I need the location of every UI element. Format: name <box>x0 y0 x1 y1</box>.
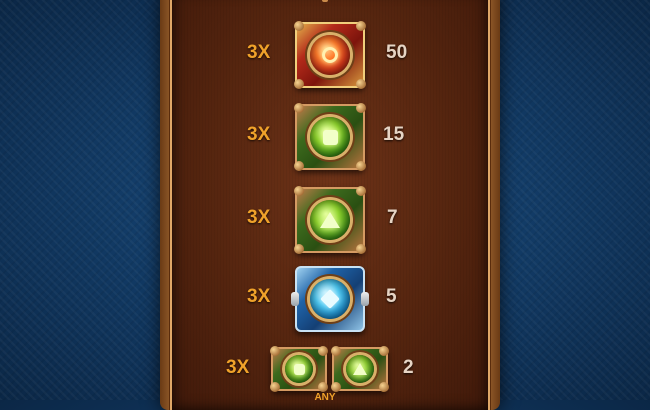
paytable-row: 3X 15 <box>0 100 650 171</box>
multiplier-label: 3X <box>247 124 271 145</box>
small-green-square-gem-icon <box>270 346 328 392</box>
paytable-row: 3X 7 <box>0 183 650 254</box>
payout-value: 50 <box>386 42 408 63</box>
payout-value: 7 <box>387 207 398 228</box>
payout-value: 2 <box>403 357 414 378</box>
payout-value: 15 <box>383 124 405 145</box>
red-ring-gem-icon <box>294 21 366 89</box>
paytable-row: 3X 5 <box>0 262 650 332</box>
green-square-gem-icon <box>294 103 366 171</box>
blue-diamond-gem-icon <box>291 266 369 332</box>
paytable-row: 3X 50 <box>0 18 650 89</box>
any-combo-label: ANY <box>314 392 336 403</box>
multiplier-label: 3X <box>226 357 250 378</box>
multiplier-label: 3X <box>247 42 271 63</box>
multiplier-label: 3X <box>247 286 271 307</box>
green-triangle-gem-icon <box>294 186 366 254</box>
small-green-triangle-gem-icon <box>331 346 389 392</box>
multiplier-label: 3X <box>247 207 271 228</box>
payout-value: 5 <box>386 286 397 307</box>
